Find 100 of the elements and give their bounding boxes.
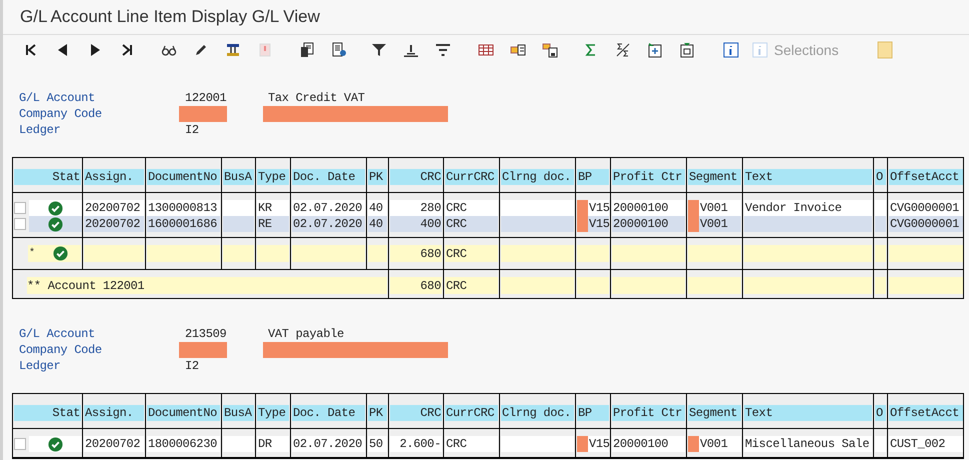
table-cell: 20200702	[84, 216, 144, 232]
column-header[interactable]: Type	[257, 169, 289, 185]
column-header[interactable]: CurrCRC	[445, 405, 498, 421]
table-cell: 20000100	[612, 436, 685, 452]
column-header[interactable]: Type	[257, 405, 289, 421]
subtotal-cell	[688, 245, 741, 262]
documents-icon	[299, 42, 315, 58]
table-cell: CUST_002	[889, 436, 963, 452]
column-header[interactable]: Segment	[688, 169, 741, 185]
subtotal-cell	[368, 245, 387, 262]
table-cell: 50	[368, 436, 387, 452]
row-checkbox[interactable]	[14, 438, 26, 450]
info-icon	[723, 42, 739, 58]
field-value: I2	[185, 358, 200, 374]
table-cell: CRC	[445, 436, 498, 452]
total-cell	[577, 277, 609, 294]
column-header[interactable]: BusA	[223, 405, 254, 421]
subtotal-cell	[84, 245, 144, 262]
note-icon	[876, 41, 893, 59]
table-cell: 40	[368, 200, 387, 216]
window-title: G/L Account Line Item Display G/L View	[20, 6, 320, 28]
table-icon	[478, 42, 494, 58]
layout-icon	[225, 42, 241, 58]
field-label: Ledger	[19, 122, 62, 138]
document-globe-icon	[331, 42, 347, 58]
table-cell: KR	[257, 200, 289, 216]
field-label: Company Code	[19, 106, 103, 122]
column-header[interactable]: O	[875, 405, 886, 421]
subtotal-cell: CRC	[445, 245, 498, 262]
table-cell: CRC	[445, 200, 498, 216]
column-header[interactable]: DocumentNo	[147, 405, 220, 421]
table-cell: 2.600-	[390, 436, 442, 452]
field-label: Company Code	[19, 342, 103, 358]
total-cell: 680	[390, 277, 442, 294]
column-header[interactable]: BP	[577, 405, 609, 421]
column-header[interactable]: PK	[368, 405, 387, 421]
column-header[interactable]: Text	[744, 169, 872, 185]
column-header[interactable]: O	[875, 169, 886, 185]
table-cell: 280	[390, 200, 442, 216]
column-header[interactable]: CRC	[390, 405, 442, 421]
total-cell	[875, 277, 886, 294]
table-cell: RE	[257, 216, 289, 232]
column-header[interactable]: Profit Ctr	[612, 405, 685, 421]
table-cell: 20200702	[84, 200, 144, 216]
table-cell: 1800006230	[147, 436, 220, 452]
column-header[interactable]: Stat	[14, 405, 81, 421]
table-cell: DR	[257, 436, 289, 452]
column-header[interactable]: Assign.	[84, 405, 144, 421]
sort-descending-icon	[435, 42, 451, 58]
field-value: 122001	[185, 90, 228, 106]
column-header[interactable]: CRC	[390, 169, 442, 185]
table-cell: CVG0000001	[889, 200, 963, 216]
column-header[interactable]: Segment	[688, 405, 741, 421]
field-label: G/L Account	[19, 326, 96, 342]
table-cell: 02.07.2020	[292, 200, 365, 216]
subtotal-icon	[615, 42, 631, 58]
pencil-icon	[193, 42, 209, 58]
column-header[interactable]: Clrng doc.	[501, 405, 574, 421]
layout-select-icon	[510, 42, 526, 58]
subtotal-cell	[223, 245, 254, 262]
subtotal-cell: 680	[390, 245, 442, 262]
column-header[interactable]: Doc. Date	[292, 169, 365, 185]
column-header[interactable]: Profit Ctr	[612, 169, 685, 185]
column-header[interactable]: Doc. Date	[292, 405, 365, 421]
field-value: I2	[185, 122, 200, 138]
table-cell: 40	[368, 216, 387, 232]
layout-save-icon	[542, 42, 558, 58]
column-header[interactable]: BP	[577, 169, 609, 185]
table-cell: 02.07.2020	[292, 436, 365, 452]
row-checkbox[interactable]	[14, 218, 26, 230]
subtotal-marker: *	[29, 246, 35, 260]
column-header[interactable]: BusA	[223, 169, 254, 185]
total-cell: ** Account 122001	[27, 277, 387, 294]
table-cell: 1600001686	[147, 216, 220, 232]
column-header[interactable]: Clrng doc.	[501, 169, 574, 185]
collapse-icon	[679, 42, 695, 58]
column-header[interactable]: CurrCRC	[445, 169, 498, 185]
table-cell: 20000100	[612, 216, 685, 232]
subtotal-cell	[257, 245, 289, 262]
filter-icon	[371, 42, 387, 58]
expand-icon	[647, 42, 663, 58]
column-header[interactable]: PK	[368, 169, 387, 185]
column-header[interactable]: Stat	[14, 169, 81, 185]
column-header[interactable]: Text	[744, 405, 872, 421]
table-cell: 20000100	[612, 200, 685, 216]
table-cell: 1300000813	[147, 200, 220, 216]
field-description: VAT payable	[268, 326, 344, 342]
table-cell: Miscellaneous Sale	[744, 436, 872, 452]
column-header[interactable]: OffsetAcct	[889, 405, 963, 421]
column-header[interactable]: OffsetAcct	[889, 169, 963, 185]
table-cell: 400	[390, 216, 442, 232]
column-header[interactable]: DocumentNo	[147, 169, 220, 185]
table-cell: Vendor Invoice	[744, 200, 872, 216]
column-header[interactable]: Assign.	[84, 169, 144, 185]
field-value: 213509	[185, 326, 228, 342]
table-cell: CVG0000001	[889, 216, 963, 232]
row-checkbox[interactable]	[14, 202, 26, 214]
field-description: Tax Credit VAT	[268, 90, 365, 106]
table-cell: 02.07.2020	[292, 216, 365, 232]
total-cell	[688, 277, 741, 294]
